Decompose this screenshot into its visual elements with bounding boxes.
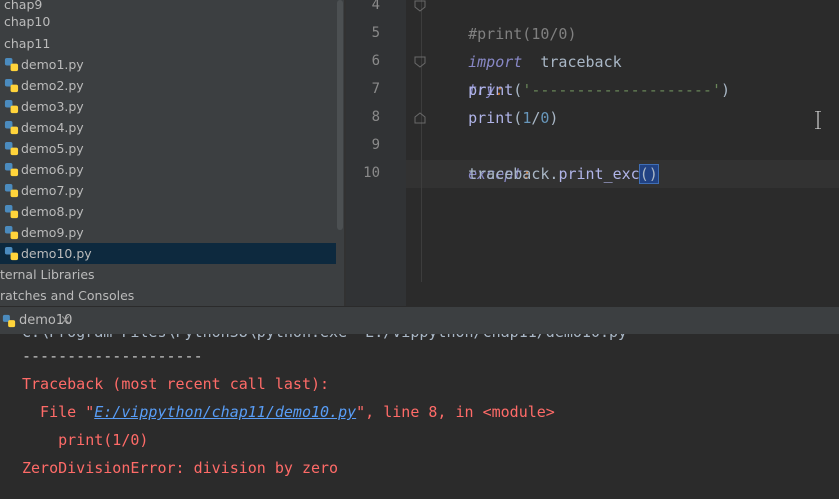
tree-item-label: demo9.py: [21, 225, 84, 240]
line-number: 9: [371, 137, 380, 153]
code-line-8: print(1/0): [432, 104, 558, 132]
line-number: 10: [363, 165, 380, 181]
number-literal: 1: [522, 109, 532, 127]
tree-item-demo2[interactable]: demo2.py: [0, 75, 344, 96]
tree-item-scratches-consoles[interactable]: ratches and Consoles: [0, 285, 344, 306]
matched-parens: (): [638, 164, 659, 184]
tree-item-label: demo2.py: [21, 78, 84, 93]
python-file-icon: [4, 162, 19, 177]
fold-end-icon[interactable]: [414, 112, 426, 124]
paren: (: [513, 81, 523, 99]
python-file-icon: [4, 120, 19, 135]
sidebar-scrollbar[interactable]: [336, 0, 344, 306]
module-name: traceback: [540, 53, 622, 71]
builtin-function: print: [468, 81, 514, 99]
tree-item-chap11[interactable]: chap11: [0, 33, 344, 54]
indent-guide: [421, 0, 422, 282]
run-tool-window-header: demo10 ×: [0, 306, 839, 335]
tree-item-label: demo4.py: [21, 120, 84, 135]
tree-item-label: demo1.py: [21, 57, 84, 72]
python-run-icon: [2, 314, 16, 328]
tree-item-label: chap10: [4, 14, 51, 29]
tree-item-label: demo6.py: [21, 162, 84, 177]
builtin-function: print: [468, 109, 514, 127]
traceback-file-suffix: ", line 8, in <module>: [356, 403, 555, 421]
tree-item-chap10[interactable]: chap10: [0, 11, 344, 32]
line-number: 7: [371, 81, 380, 97]
paren: (: [513, 109, 523, 127]
code-line-7: print('--------------------'): [432, 76, 730, 104]
tree-item-label: demo8.py: [21, 204, 84, 219]
python-file-icon: [4, 183, 19, 198]
tree-item-external-libraries[interactable]: ternal Libraries: [0, 264, 344, 285]
tree-item-label: ratches and Consoles: [0, 288, 135, 303]
code-line-10: traceback.print_exc(): [432, 160, 659, 188]
python-file-icon: [4, 99, 19, 114]
console-output-dashes: --------------------: [22, 347, 203, 365]
tree-item-demo10[interactable]: demo10.py: [0, 243, 344, 264]
tree-item-label: demo3.py: [21, 99, 84, 114]
run-console[interactable]: C:\Program Files\Python38\python.exe E:/…: [0, 334, 839, 499]
line-number: 8: [371, 109, 380, 125]
project-tree: chap9 chap10 chap11 demo1.py demo2.py de…: [0, 0, 344, 306]
object-name: traceback.: [468, 165, 559, 183]
traceback-file-line: File "E:/vippython/chap11/demo10.py", li…: [22, 402, 555, 422]
tree-item-label: demo10.py: [21, 246, 92, 261]
python-file-icon: [4, 57, 19, 72]
code-line-6: try:: [432, 48, 504, 99]
line-gutter: 4 5 6 7 8 9 10: [346, 0, 406, 306]
tree-item-demo5[interactable]: demo5.py: [0, 138, 344, 159]
paren: ): [549, 109, 559, 127]
code-line-4: #print(10/0): [432, 0, 576, 43]
tree-item-label: demo7.py: [21, 183, 84, 198]
tree-item-demo4[interactable]: demo4.py: [0, 117, 344, 138]
string-literal: '--------------------': [522, 81, 721, 99]
line-number: 6: [371, 53, 380, 69]
text-cursor-icon: [815, 111, 821, 129]
tree-item-demo9[interactable]: demo9.py: [0, 222, 344, 243]
run-tab-demo10[interactable]: demo10 ×: [0, 310, 78, 332]
code-line-5: import traceback: [432, 20, 622, 71]
traceback-header: Traceback (most recent call last):: [22, 375, 330, 393]
line-number: 5: [371, 25, 380, 41]
paren: ): [721, 81, 731, 99]
python-file-icon: [4, 141, 19, 156]
python-file-icon: [4, 246, 19, 261]
tree-item-label: demo5.py: [21, 141, 84, 156]
fold-marker-icon[interactable]: [414, 56, 426, 68]
tree-item-label: chap11: [4, 36, 51, 51]
fold-marker-icon[interactable]: [414, 0, 426, 12]
tree-item-demo7[interactable]: demo7.py: [0, 180, 344, 201]
tree-item-demo3[interactable]: demo3.py: [0, 96, 344, 117]
python-file-icon: [4, 225, 19, 240]
tree-item-demo6[interactable]: demo6.py: [0, 159, 344, 180]
code-editor[interactable]: 4 5 6 7 8 9 10 #print(10/0) import trace…: [346, 0, 839, 306]
python-file-icon: [4, 204, 19, 219]
tree-item-demo1[interactable]: demo1.py: [0, 54, 344, 75]
traceback-code-line: print(1/0): [22, 431, 149, 449]
close-icon[interactable]: ×: [60, 310, 71, 332]
error-message: ZeroDivisionError: division by zero: [22, 459, 339, 477]
python-file-icon: [4, 78, 19, 93]
traceback-file-link[interactable]: E:/vippython/chap11/demo10.py: [94, 403, 356, 421]
tree-item-label: ternal Libraries: [0, 267, 95, 282]
traceback-file-prefix: File ": [22, 403, 95, 421]
line-number: 4: [371, 0, 380, 13]
tree-item-demo8[interactable]: demo8.py: [0, 201, 344, 222]
code-line-9: except:: [432, 132, 531, 183]
method-name: print_exc: [558, 165, 640, 183]
scrollbar-thumb[interactable]: [337, 0, 343, 230]
console-command-line: C:\Program Files\Python38\python.exe E:/…: [22, 334, 627, 342]
